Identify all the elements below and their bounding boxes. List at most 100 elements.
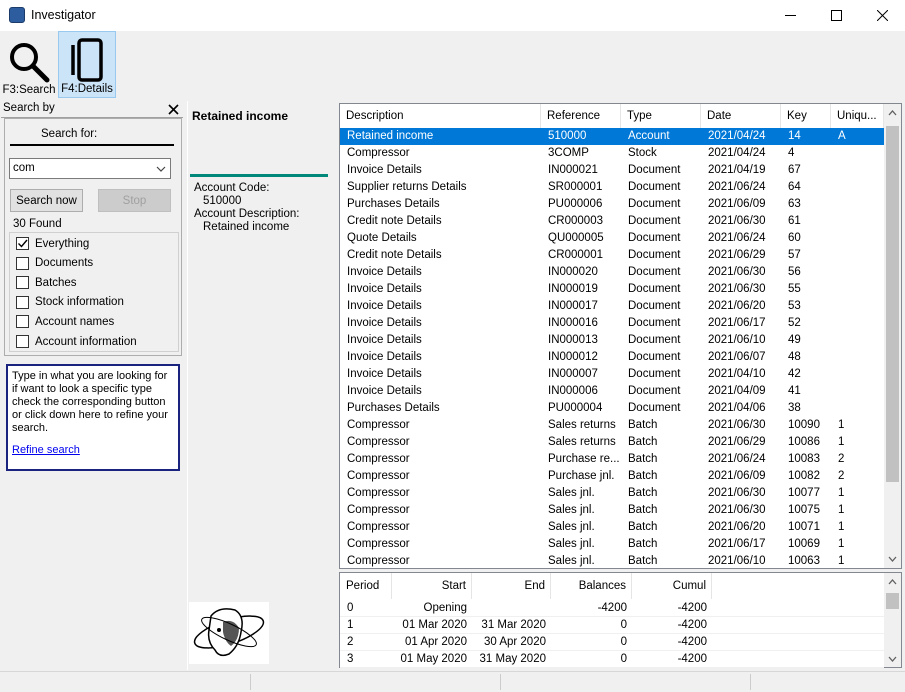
- checkbox[interactable]: [16, 315, 29, 329]
- table-cell: 2021/06/24: [708, 453, 766, 465]
- table-cell: Account: [628, 130, 670, 142]
- column-header[interactable]: End: [472, 573, 551, 599]
- table-row[interactable]: Invoice Details IN000016 Document 2021/06/1…: [340, 315, 884, 332]
- table-cell: Compressor: [347, 436, 410, 448]
- toolbar: F3:Search F4:Details: [0, 31, 905, 99]
- results-list[interactable]: Description Reference Type Date Key Uniqu... …: [339, 103, 902, 569]
- column-header[interactable]: Cumul: [632, 573, 712, 599]
- option-stock-information[interactable]: Stock information: [16, 295, 124, 309]
- hint-text: Type in what you are looking for if want…: [12, 370, 168, 434]
- panel-close-icon[interactable]: [168, 101, 179, 118]
- scroll-thumb[interactable]: [886, 126, 899, 482]
- table-cell: 2021/06/24: [708, 181, 766, 193]
- table-cell: QU000005: [548, 232, 604, 244]
- table-cell: 10086: [788, 436, 820, 448]
- table-cell: 2021/06/29: [708, 249, 766, 261]
- table-cell: Sales jnl.: [548, 487, 595, 499]
- table-row[interactable]: Compressor Purchase re... Batch 2021/06/24 1…: [340, 451, 884, 468]
- table-row[interactable]: Invoice Details IN000021 Document 2021/04/1…: [340, 162, 884, 179]
- table-row[interactable]: Compressor Sales returns Batch 2021/06/29 10…: [340, 434, 884, 451]
- table-row[interactable]: 0 Opening -4200 -4200: [340, 600, 884, 617]
- table-row[interactable]: 3 01 May 2020 31 May 2020 0 -4200: [340, 651, 884, 668]
- details-tool-button[interactable]: F4:Details: [58, 31, 116, 98]
- table-cell: Compressor: [347, 504, 410, 516]
- column-header[interactable]: Period: [340, 573, 392, 599]
- table-cell: 2021/06/17: [708, 538, 766, 550]
- table-cell: IN000006: [548, 385, 598, 397]
- maximize-button[interactable]: [813, 0, 859, 31]
- column-header[interactable]: Balances: [551, 573, 632, 599]
- balances-list[interactable]: Period Start End Balances Cumul 0 Opening -420…: [339, 572, 902, 668]
- table-row[interactable]: Purchases Details PU000004 Document 2021/04…: [340, 400, 884, 417]
- column-header[interactable]: Start: [392, 573, 472, 599]
- table-row[interactable]: Compressor Purchase jnl. Batch 2021/06/09 10…: [340, 468, 884, 485]
- table-row[interactable]: Purchases Details PU000006 Document 2021/06…: [340, 196, 884, 213]
- table-cell: Document: [628, 164, 681, 176]
- table-cell: Document: [628, 351, 681, 363]
- table-cell: Invoice Details: [347, 368, 422, 380]
- table-row[interactable]: 1 01 Mar 2020 31 Mar 2020 0 -4200: [340, 617, 884, 634]
- table-cell: Compressor: [347, 555, 410, 567]
- table-cell: Compressor: [347, 453, 410, 465]
- column-header[interactable]: Description: [340, 104, 541, 128]
- table-row[interactable]: Compressor 3COMP Stock 2021/04/24 4: [340, 145, 884, 162]
- details-info: Account Code: 510000 Account Description…: [194, 182, 299, 234]
- minimize-button[interactable]: [767, 0, 813, 31]
- results-scrollbar[interactable]: [884, 104, 901, 568]
- search-now-button[interactable]: Search now: [10, 189, 83, 212]
- table-row[interactable]: Compressor Sales jnl. Batch 2021/06/30 10077…: [340, 485, 884, 502]
- table-row[interactable]: Invoice Details IN000017 Document 2021/06/2…: [340, 298, 884, 315]
- column-header[interactable]: Date: [701, 104, 781, 128]
- table-row[interactable]: Credit note Details CR000001 Document 2021/…: [340, 247, 884, 264]
- refine-search-link[interactable]: Refine search: [12, 444, 174, 457]
- table-cell: 1: [838, 436, 845, 448]
- table-row[interactable]: Invoice Details IN000013 Document 2021/06/1…: [340, 332, 884, 349]
- stop-button[interactable]: Stop: [98, 189, 171, 212]
- table-row[interactable]: Compressor Sales jnl. Batch 2021/06/20 10071…: [340, 519, 884, 536]
- table-row[interactable]: Credit note Details CR000003 Document 2021/…: [340, 213, 884, 230]
- checkbox[interactable]: [16, 237, 29, 250]
- table-row[interactable]: Invoice Details IN000007 Document 2021/04/1…: [340, 366, 884, 383]
- column-header[interactable]: Key: [781, 104, 831, 128]
- table-row[interactable]: Retained income 510000 Account 2021/04/24 14…: [340, 128, 884, 145]
- table-cell: 0: [347, 602, 354, 614]
- option-everything[interactable]: Everything: [16, 237, 89, 250]
- table-row[interactable]: Supplier returns Details SR000001 Document…: [340, 179, 884, 196]
- table-row[interactable]: Invoice Details IN000019 Document 2021/06/3…: [340, 281, 884, 298]
- option-documents[interactable]: Documents: [16, 256, 93, 270]
- table-cell: 2021/04/10: [708, 368, 766, 380]
- checkbox[interactable]: [16, 335, 29, 348]
- search-tool-button[interactable]: F3:Search: [2, 31, 56, 98]
- table-row[interactable]: Compressor Sales jnl. Batch 2021/06/10 10063…: [340, 553, 884, 570]
- search-input-value[interactable]: com: [13, 162, 35, 174]
- option-batches[interactable]: Batches: [16, 276, 77, 290]
- scroll-thumb[interactable]: [886, 593, 899, 609]
- table-row[interactable]: Compressor Sales jnl. Batch 2021/06/17 10069…: [340, 536, 884, 553]
- table-cell: Invoice Details: [347, 266, 422, 278]
- checkbox[interactable]: [16, 295, 29, 309]
- column-header[interactable]: Type: [621, 104, 701, 128]
- table-cell: 2021/06/09: [708, 198, 766, 210]
- search-combo[interactable]: com: [9, 158, 171, 179]
- close-button[interactable]: [859, 0, 905, 31]
- column-header[interactable]: Uniqu...: [831, 104, 884, 128]
- table-row[interactable]: Quote Details QU000005 Document 2021/06/24 6…: [340, 230, 884, 247]
- checkbox[interactable]: [16, 256, 29, 270]
- option-account-names[interactable]: Account names: [16, 315, 114, 329]
- window-title: Investigator: [31, 8, 96, 22]
- table-cell: Document: [628, 249, 681, 261]
- option-label: Stock information: [35, 296, 124, 309]
- table-row[interactable]: Compressor Sales jnl. Batch 2021/06/30 10075…: [340, 502, 884, 519]
- table-row[interactable]: Invoice Details IN000006 Document 2021/04/0…: [340, 383, 884, 400]
- table-row[interactable]: 2 01 Apr 2020 30 Apr 2020 0 -4200: [340, 634, 884, 651]
- table-row[interactable]: Invoice Details IN000020 Document 2021/06/3…: [340, 264, 884, 281]
- option-account-information[interactable]: Account information: [16, 335, 137, 348]
- column-header[interactable]: Reference: [541, 104, 621, 128]
- table-cell: 2: [347, 636, 354, 648]
- balances-scrollbar[interactable]: [884, 573, 901, 667]
- checkbox[interactable]: [16, 276, 29, 290]
- table-cell: 2021/06/24: [708, 232, 766, 244]
- table-cell: 01 Apr 2020: [404, 636, 467, 648]
- table-row[interactable]: Invoice Details IN000012 Document 2021/06/0…: [340, 349, 884, 366]
- table-row[interactable]: Compressor Sales returns Batch 2021/06/30 10…: [340, 417, 884, 434]
